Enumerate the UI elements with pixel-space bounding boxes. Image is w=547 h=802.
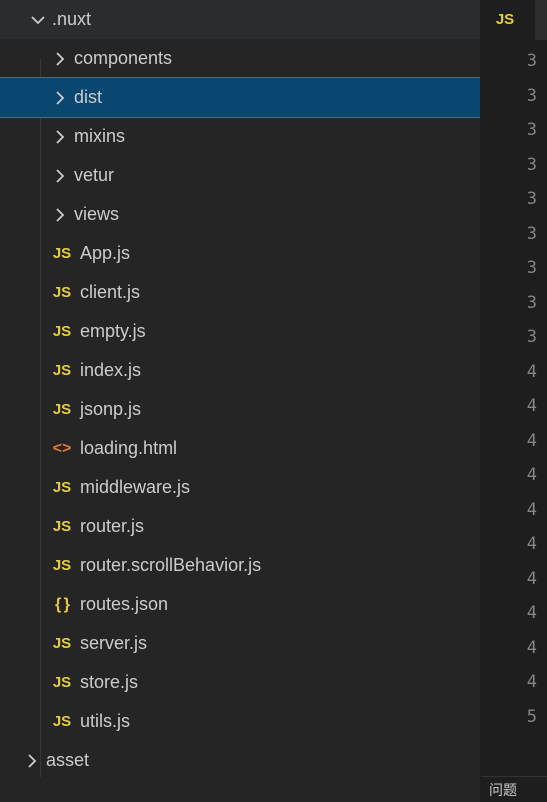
folder-components[interactable]: components bbox=[0, 39, 480, 78]
line-number: 4 bbox=[481, 424, 547, 459]
file-client-js[interactable]: JS client.js bbox=[0, 273, 480, 312]
chevron-right-icon bbox=[50, 166, 70, 186]
line-number: 5 bbox=[481, 700, 547, 735]
item-label: server.js bbox=[80, 633, 147, 654]
json-icon: { } bbox=[50, 593, 74, 617]
file-routes-json[interactable]: { } routes.json bbox=[0, 585, 480, 624]
item-label: middleware.js bbox=[80, 477, 190, 498]
js-icon: JS bbox=[50, 554, 74, 578]
item-label: dist bbox=[74, 87, 102, 108]
js-icon: JS bbox=[50, 476, 74, 500]
editor-panel: JS 33333333344444444445 问题 bbox=[480, 0, 547, 802]
line-number: 4 bbox=[481, 389, 547, 424]
editor-tab[interactable]: JS bbox=[481, 0, 535, 40]
line-number: 4 bbox=[481, 596, 547, 631]
chevron-right-icon bbox=[50, 205, 70, 225]
folder-label: .nuxt bbox=[52, 9, 91, 30]
item-label: components bbox=[74, 48, 172, 69]
item-label: loading.html bbox=[80, 438, 177, 459]
folder-label: asset bbox=[46, 750, 89, 771]
item-label: empty.js bbox=[80, 321, 146, 342]
line-number: 3 bbox=[481, 182, 547, 217]
tab-bar[interactable]: JS bbox=[481, 0, 547, 40]
line-number: 3 bbox=[481, 44, 547, 79]
folder-views[interactable]: views bbox=[0, 195, 480, 234]
file-app-js[interactable]: JS App.js bbox=[0, 234, 480, 273]
js-icon: JS bbox=[50, 320, 74, 344]
chevron-right-icon bbox=[50, 49, 70, 69]
item-label: index.js bbox=[80, 360, 141, 381]
item-label: mixins bbox=[74, 126, 125, 147]
line-number: 4 bbox=[481, 562, 547, 597]
chevron-down-icon bbox=[28, 10, 48, 30]
item-label: jsonp.js bbox=[80, 399, 141, 420]
file-loading-html[interactable]: <> loading.html bbox=[0, 429, 480, 468]
js-icon: JS bbox=[50, 281, 74, 305]
line-number: 4 bbox=[481, 493, 547, 528]
js-icon: JS bbox=[50, 398, 74, 422]
file-router-scrollbehavior-js[interactable]: JS router.scrollBehavior.js bbox=[0, 546, 480, 585]
file-utils-js[interactable]: JS utils.js bbox=[0, 702, 480, 741]
line-number: 3 bbox=[481, 79, 547, 114]
file-middleware-js[interactable]: JS middleware.js bbox=[0, 468, 480, 507]
folder-asset[interactable]: asset bbox=[0, 741, 480, 780]
panel-label: 问题 bbox=[489, 780, 517, 800]
js-icon: JS bbox=[50, 359, 74, 383]
item-label: router.scrollBehavior.js bbox=[80, 555, 261, 576]
line-number: 3 bbox=[481, 286, 547, 321]
line-number: 4 bbox=[481, 527, 547, 562]
item-label: vetur bbox=[74, 165, 114, 186]
line-number: 4 bbox=[481, 458, 547, 493]
folder-mixins[interactable]: mixins bbox=[0, 117, 480, 156]
folder-vetur[interactable]: vetur bbox=[0, 156, 480, 195]
file-store-js[interactable]: JS store.js bbox=[0, 663, 480, 702]
line-number: 3 bbox=[481, 320, 547, 355]
file-explorer[interactable]: .nuxt componentsdistmixinsveturviewsJSAp… bbox=[0, 0, 480, 802]
chevron-right-icon bbox=[22, 751, 42, 771]
file-index-js[interactable]: JS index.js bbox=[0, 351, 480, 390]
js-icon: JS bbox=[50, 710, 74, 734]
folder-nuxt-root[interactable]: .nuxt bbox=[0, 0, 480, 39]
line-number: 3 bbox=[481, 251, 547, 286]
chevron-right-icon bbox=[50, 127, 70, 147]
item-label: App.js bbox=[80, 243, 130, 264]
line-number: 4 bbox=[481, 631, 547, 666]
js-icon: JS bbox=[50, 671, 74, 695]
html-icon: <> bbox=[50, 437, 74, 461]
line-number: 3 bbox=[481, 217, 547, 252]
item-label: router.js bbox=[80, 516, 144, 537]
line-gutter: 33333333344444444445 bbox=[481, 40, 547, 734]
js-icon: JS bbox=[50, 632, 74, 656]
js-icon: JS bbox=[493, 8, 517, 32]
item-label: routes.json bbox=[80, 594, 168, 615]
chevron-right-icon bbox=[50, 88, 70, 108]
file-jsonp-js[interactable]: JS jsonp.js bbox=[0, 390, 480, 429]
folder-dist[interactable]: dist bbox=[0, 78, 480, 117]
line-number: 3 bbox=[481, 148, 547, 183]
js-icon: JS bbox=[50, 242, 74, 266]
problems-panel-tab[interactable]: 问题 bbox=[481, 776, 547, 802]
line-number: 4 bbox=[481, 355, 547, 390]
js-icon: JS bbox=[50, 515, 74, 539]
file-empty-js[interactable]: JS empty.js bbox=[0, 312, 480, 351]
item-label: utils.js bbox=[80, 711, 130, 732]
file-router-js[interactable]: JS router.js bbox=[0, 507, 480, 546]
item-label: views bbox=[74, 204, 119, 225]
file-server-js[interactable]: JS server.js bbox=[0, 624, 480, 663]
item-label: store.js bbox=[80, 672, 138, 693]
item-label: client.js bbox=[80, 282, 140, 303]
line-number: 4 bbox=[481, 665, 547, 700]
line-number: 3 bbox=[481, 113, 547, 148]
